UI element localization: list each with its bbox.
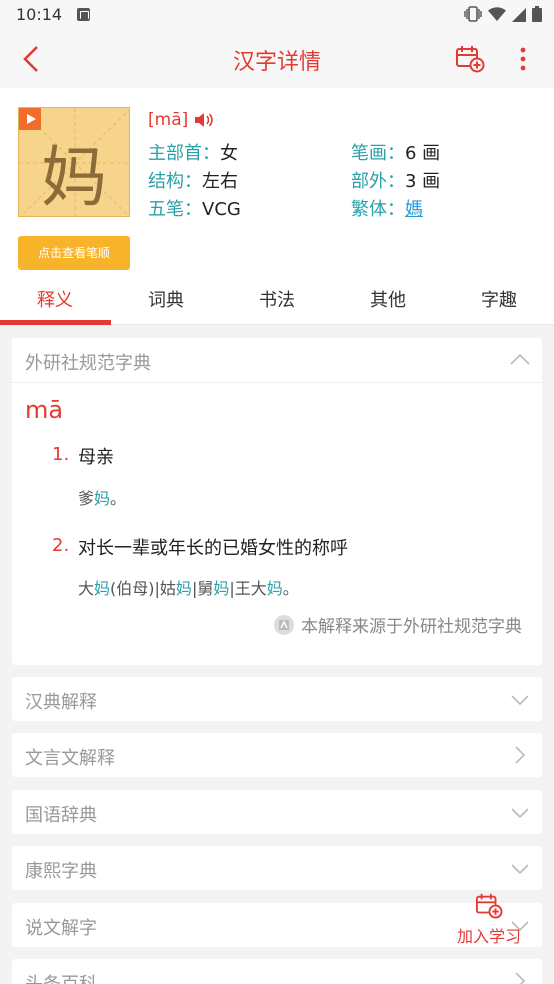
section-label: 说文解字 (25, 918, 97, 939)
battery-icon (532, 6, 542, 26)
outer-strokes-value: 3 画 (405, 171, 441, 192)
structure-value: 左右 (202, 171, 238, 192)
chevron-down-icon (511, 808, 529, 819)
section-label: 头条百科 (25, 970, 97, 984)
more-menu-button[interactable] (513, 44, 533, 74)
section-label: 文言文解释 (25, 748, 115, 769)
character-glyph: 妈 (41, 139, 107, 216)
character-info-panel: 妈 点击查看笔顺 [mā] 主部首：女 笔画：6 画 结构：左右 部外：3 画 … (0, 88, 554, 283)
definition-number: 1. (52, 444, 70, 465)
pinyin: [mā] (148, 110, 189, 130)
section-mandarin-dictionary[interactable]: 国语辞典 (12, 790, 542, 834)
tab-meaning[interactable]: 释义 (0, 283, 110, 325)
publisher-logo-icon (274, 614, 294, 635)
pinyin-row: [mā] (148, 110, 214, 130)
section-handian[interactable]: 汉典解释 (12, 677, 542, 721)
wubi-label: 五笔： (148, 199, 202, 220)
section-kangxi[interactable]: 康熙字典 (12, 846, 542, 890)
calendar-add-icon (456, 46, 485, 73)
chevron-down-icon (511, 864, 529, 875)
source-note: 本解释来源于外研社规范字典 (273, 612, 522, 637)
tab-bar: 释义 词典 书法 其他 字趣 (0, 283, 554, 325)
definition-text: 对长一辈或年长的已婚女性的称呼 (78, 538, 348, 559)
definition-pinyin: mā (25, 396, 64, 424)
vibrate-icon (464, 6, 482, 26)
radical-field: 主部首：女 (148, 139, 238, 165)
definition-card: 外研社规范字典 mā 1. 母亲 爹妈。 2. 对长一辈或年长的已婚女性的称呼 … (12, 338, 542, 665)
more-vertical-icon (520, 47, 526, 71)
traditional-field: 繁体：媽 (351, 195, 423, 221)
tab-calligraphy[interactable]: 书法 (222, 283, 332, 325)
section-classical-chinese[interactable]: 文言文解释 (12, 733, 542, 777)
definition-text: 母亲 (78, 447, 114, 468)
strokes-field: 笔画：6 画 (351, 139, 440, 165)
add-to-study-label: 加入学习 (456, 927, 521, 946)
signal-icon (512, 7, 526, 26)
wubi-field: 五笔：VCG (148, 195, 241, 221)
status-icons (464, 6, 542, 26)
stroke-order-button[interactable]: 点击查看笔顺 (18, 236, 130, 270)
definition-card-title: 外研社规范字典 (25, 353, 151, 374)
notification-icon (77, 8, 90, 21)
section-label: 康熙字典 (25, 861, 97, 882)
wubi-value: VCG (202, 199, 241, 220)
strokes-value: 6 画 (405, 143, 441, 164)
chevron-down-icon (511, 695, 529, 706)
radical-label: 主部首： (148, 143, 220, 164)
character-tile[interactable]: 妈 (18, 107, 130, 217)
chevron-right-icon (515, 746, 526, 764)
play-audio-icon[interactable] (19, 108, 41, 130)
strokes-label: 笔画： (351, 143, 405, 164)
section-toutiao-wiki[interactable]: 头条百科 (12, 959, 542, 984)
definition-example: 爹妈。 (78, 489, 127, 508)
traditional-link[interactable]: 媽 (405, 199, 423, 220)
section-label: 汉典解释 (25, 692, 97, 713)
status-bar: 10:14 (0, 0, 554, 30)
calendar-add-icon (476, 893, 503, 919)
structure-field: 结构：左右 (148, 167, 238, 193)
wifi-icon (488, 6, 506, 26)
tab-dictionary[interactable]: 词典 (111, 283, 221, 325)
app-bar: 汉字详情 (0, 30, 554, 88)
definition-example: 大妈(伯母)|姑妈|舅妈|王大妈。 (78, 579, 299, 598)
definition-card-header[interactable]: 外研社规范字典 (12, 338, 542, 383)
source-text: 本解释来源于外研社规范字典 (301, 617, 522, 637)
status-time: 10:14 (16, 5, 63, 24)
add-to-study-plan-button[interactable] (455, 45, 485, 73)
section-label: 国语辞典 (25, 805, 97, 826)
chevron-right-icon (515, 972, 526, 984)
chevron-up-icon (510, 353, 530, 365)
structure-label: 结构： (148, 171, 202, 192)
radical-value: 女 (220, 143, 238, 164)
definition-number: 2. (52, 535, 70, 556)
traditional-label: 繁体： (351, 199, 405, 220)
outer-strokes-field: 部外：3 画 (351, 167, 440, 193)
add-to-study-button[interactable]: 加入学习 (449, 893, 529, 949)
outer-strokes-label: 部外： (351, 171, 405, 192)
tab-other[interactable]: 其他 (333, 283, 443, 325)
speaker-icon[interactable] (194, 112, 214, 128)
active-tab-indicator (0, 320, 111, 325)
tab-fun-facts[interactable]: 字趣 (444, 283, 554, 325)
